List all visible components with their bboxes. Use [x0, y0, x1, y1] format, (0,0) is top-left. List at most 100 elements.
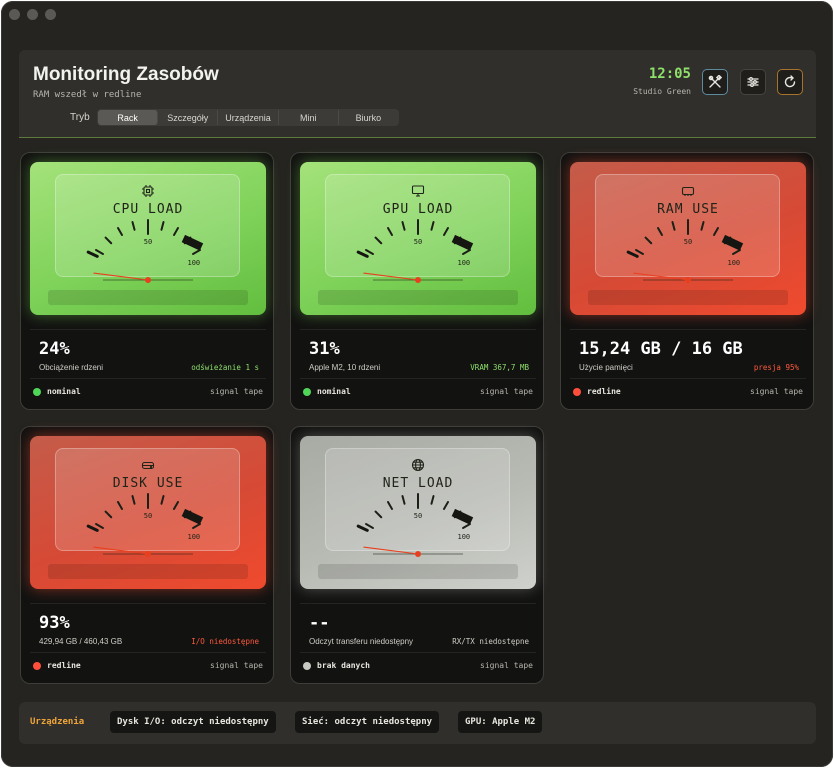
- meter-card-net[interactable]: NET LOAD 50 100 -- Odczyt transferu niedo…: [290, 426, 544, 684]
- meter-card-ram[interactable]: RAM USE 50 100 15,24 GB / 16 GB Użycie pa…: [560, 152, 814, 410]
- redline-marker: [721, 234, 744, 251]
- tools-button[interactable]: [702, 69, 728, 95]
- meter-panel: DISK USE 50 100: [30, 436, 266, 589]
- gauge-tick: [160, 221, 165, 231]
- gauge-tick: [192, 249, 201, 255]
- meter-description: Użycie pamięci: [579, 363, 633, 372]
- mode-label: Tryb: [70, 112, 90, 123]
- gauge-tick: [117, 501, 123, 510]
- devices-label: Urządzenia: [30, 717, 85, 727]
- gpu-chip[interactable]: GPU: Apple M2: [458, 711, 543, 733]
- card-divider: [30, 603, 266, 604]
- gauge-tick: [387, 227, 393, 236]
- card-divider: [30, 329, 266, 330]
- gauge-tick: [95, 249, 104, 255]
- mode-tab-devices[interactable]: Urządzenia: [218, 110, 279, 125]
- mode-tab-desk[interactable]: Biurko: [339, 110, 398, 125]
- gauge-label-mid: 50: [684, 238, 692, 246]
- devices-footer: Urządzenia Dysk I/O: odczyt niedostępny …: [19, 702, 816, 744]
- meter-panel: CPU LOAD 50 100: [30, 162, 266, 315]
- meter-note: VRAM 367,7 MB: [470, 363, 529, 372]
- gauge-label-max: 100: [188, 533, 201, 541]
- redline-marker: [451, 508, 474, 525]
- refresh-icon: [784, 75, 796, 88]
- page-title: Monitoring Zasobów: [33, 64, 219, 85]
- status-label: redline: [587, 387, 621, 396]
- gauge-tick: [644, 236, 653, 245]
- meter-shelf: [48, 564, 248, 579]
- window-controls: [9, 9, 56, 20]
- status-dot: [303, 388, 311, 396]
- meter-card-disk[interactable]: DISK USE 50 100 93% 429,94 GB / 460,43 GB…: [20, 426, 274, 684]
- gauge-tick: [732, 249, 741, 255]
- mode-tab-mini[interactable]: Mini: [279, 110, 339, 125]
- mode-tab-rack[interactable]: Rack: [98, 110, 159, 125]
- status-label: brak danych: [317, 661, 370, 670]
- meter-panel: GPU LOAD 50 100: [300, 162, 536, 315]
- redline-marker: [181, 508, 204, 525]
- gauge-pivot: [415, 277, 421, 283]
- redline-marker: [451, 234, 474, 251]
- close-window-button[interactable]: [9, 9, 20, 20]
- gauge-start-stub: [626, 250, 639, 258]
- meter-card-gpu[interactable]: GPU LOAD 50 100 31% Apple M2, 10 rdzeni V…: [290, 152, 544, 410]
- gauge-label-max: 100: [458, 533, 471, 541]
- header: Monitoring Zasobów RAM wszedł w redline …: [19, 50, 816, 138]
- gauge-tick: [430, 221, 435, 231]
- card-divider: [300, 603, 536, 604]
- gauge-tick: [117, 227, 123, 236]
- gauge-needle: [93, 546, 149, 555]
- status-dot: [303, 662, 311, 670]
- card-footer: redline signal tape: [30, 652, 266, 677]
- refresh-button[interactable]: [777, 69, 803, 95]
- gauge-pivot: [145, 277, 151, 283]
- redline-marker: [181, 234, 204, 251]
- gauge-tick: [192, 523, 201, 529]
- card-divider: [300, 329, 536, 330]
- gauge-tick: [713, 227, 719, 236]
- gauge-tick: [443, 501, 449, 510]
- mode-tab-details[interactable]: Szczegóły: [158, 110, 219, 125]
- status-dot: [573, 388, 581, 396]
- meter-shelf: [588, 290, 788, 305]
- clock: 12:05: [648, 66, 691, 82]
- gauge-tick: [95, 523, 104, 529]
- gauge-tick: [401, 495, 406, 505]
- card-divider: [570, 329, 806, 330]
- network-chip[interactable]: Sieć: odczyt niedostępny: [295, 711, 440, 733]
- gauge-start-stub: [86, 524, 99, 532]
- tape-label: signal tape: [480, 387, 533, 396]
- gauge-needle: [363, 546, 419, 555]
- gauge-start-stub: [356, 250, 369, 258]
- status-label: nominal: [47, 387, 81, 396]
- gauge-tick: [365, 523, 374, 529]
- gauge-label-mid: 50: [144, 512, 152, 520]
- zoom-window-button[interactable]: [45, 9, 56, 20]
- gauge-label-mid: 50: [414, 512, 422, 520]
- gauge-tick: [131, 495, 136, 505]
- meter-note: presja 95%: [753, 363, 799, 372]
- tape-label: signal tape: [210, 661, 263, 670]
- meter-description: Obciążenie rdzeni: [39, 363, 104, 372]
- meter-value: 93%: [39, 613, 70, 633]
- status-label: nominal: [317, 387, 351, 396]
- tools-icon: [708, 75, 722, 88]
- gauge-tick: [462, 523, 471, 529]
- gauge-tick: [657, 227, 663, 236]
- gauge-tick: [173, 501, 179, 510]
- gauge-tick: [131, 221, 136, 231]
- card-footer: nominal signal tape: [300, 378, 536, 403]
- meter-value: 31%: [309, 339, 340, 359]
- settings-button[interactable]: [740, 69, 766, 95]
- gauge-label-mid: 50: [144, 238, 152, 246]
- gauge-label-max: 100: [188, 259, 201, 267]
- meter-shelf: [318, 564, 518, 579]
- minimize-window-button[interactable]: [27, 9, 38, 20]
- meter-panel: RAM USE 50 100: [570, 162, 806, 315]
- gauge-tick: [635, 249, 644, 255]
- tape-label: signal tape: [210, 387, 263, 396]
- meter-card-cpu[interactable]: CPU LOAD 50 100 24% Obciążenie rdzeni odś…: [20, 152, 274, 410]
- gauge-label-mid: 50: [414, 238, 422, 246]
- meter-description: Apple M2, 10 rdzeni: [309, 363, 381, 372]
- disk-io-chip[interactable]: Dysk I/O: odczyt niedostępny: [110, 711, 276, 733]
